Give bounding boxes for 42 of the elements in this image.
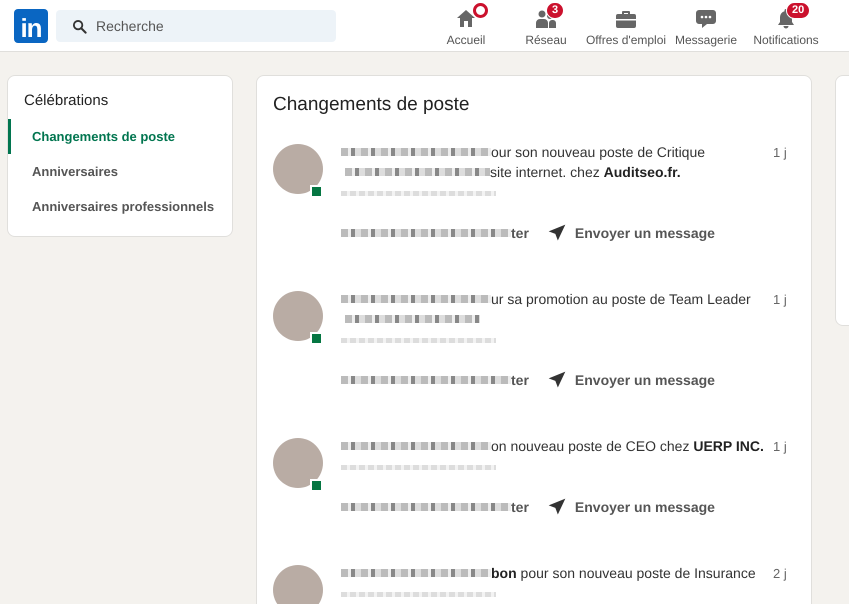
change-description: bon pour son nouveau poste de Insurance: [491, 565, 756, 581]
section-title: Changements de poste: [273, 94, 470, 116]
search-field[interactable]: Recherche: [56, 10, 336, 42]
count-badge: 20: [786, 2, 810, 18]
change-description: on nouveau poste de CEO chez UERP INC.: [491, 438, 764, 454]
timestamp: 2 j: [773, 566, 788, 583]
action-fragment[interactable]: ter: [511, 372, 529, 388]
timestamp: 1 j: [773, 145, 788, 162]
sidebar-item[interactable]: Anniversaires professionnels: [8, 189, 232, 224]
send-icon: [546, 370, 567, 390]
sidebar-title: Célébrations: [23, 92, 110, 111]
change-description: ur sa promotion au poste de Team Leader: [491, 291, 751, 307]
nav-item[interactable]: 20 Notifications: [746, 4, 826, 46]
send-icon: [546, 223, 567, 243]
action-fragment[interactable]: ter: [511, 499, 529, 515]
logo[interactable]: in: [14, 8, 48, 42]
avatar: [273, 565, 323, 604]
nav-item[interactable]: Messagerie: [666, 4, 746, 46]
sidebar-item[interactable]: Changements de poste: [8, 119, 232, 154]
send-message-button[interactable]: Envoyer un message: [546, 370, 715, 390]
nav-item[interactable]: Accueil: [426, 4, 506, 46]
send-message-button[interactable]: Envoyer un message: [546, 223, 715, 243]
status-indicator: [310, 185, 323, 198]
nav-label: Offres d'emploi: [586, 32, 666, 46]
nav-label: Réseau: [525, 32, 567, 46]
change-description: site internet. chez Auditseo.fr.: [490, 164, 681, 180]
status-indicator: [310, 332, 323, 345]
nav-item[interactable]: Offres d'emploi: [586, 4, 666, 46]
status-indicator: [310, 479, 323, 492]
nav-label: Messagerie: [674, 32, 738, 46]
count-badge: 3: [546, 2, 564, 18]
nav-label: Notifications: [753, 32, 819, 46]
search-icon: [72, 18, 87, 34]
send-icon: [546, 497, 567, 517]
nav-item[interactable]: 3 Réseau: [506, 4, 586, 46]
action-fragment[interactable]: ter: [511, 225, 529, 241]
change-description: our son nouveau poste de Critique: [491, 144, 706, 160]
sidebar-item[interactable]: Anniversaires: [8, 154, 232, 189]
send-message-button[interactable]: Envoyer un message: [546, 497, 715, 517]
timestamp: 1 j: [773, 439, 788, 456]
timestamp: 1 j: [773, 292, 788, 309]
nav-label: Accueil: [446, 32, 486, 46]
